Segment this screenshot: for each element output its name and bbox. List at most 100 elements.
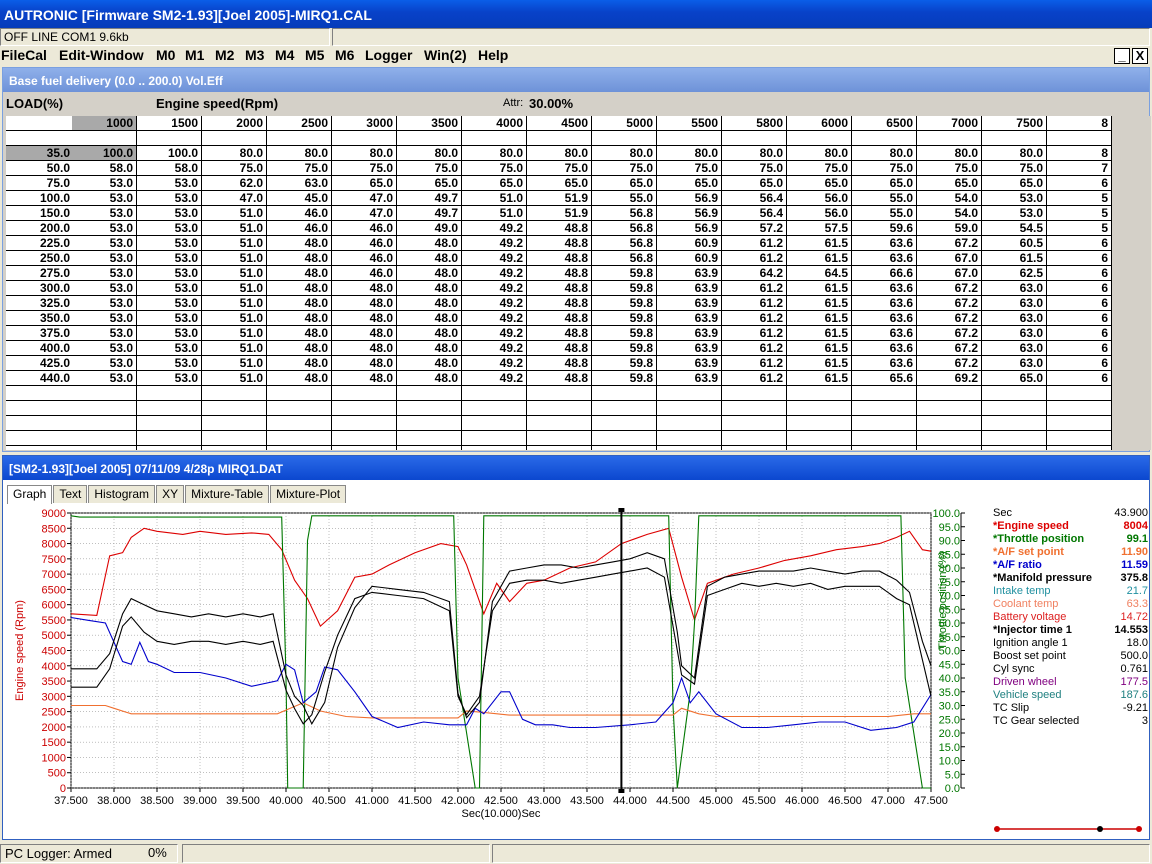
fuel-cell[interactable]: 65.0 <box>592 176 657 191</box>
fuel-cell[interactable]: 48.8 <box>527 251 592 266</box>
legend-row[interactable]: *A/F set point 11.90 <box>993 546 1148 559</box>
fuel-cell[interactable]: 6 <box>1047 371 1112 386</box>
fuel-cell[interactable]: 53.0 <box>982 206 1047 221</box>
fuel-cell[interactable]: 61.2 <box>722 236 787 251</box>
fuel-cell[interactable]: 49.2 <box>462 326 527 341</box>
fuel-cell[interactable]: 48.0 <box>397 371 462 386</box>
mdi-close-button[interactable]: X <box>1132 48 1148 64</box>
legend-row[interactable]: Driven wheel 177.5 <box>993 676 1148 689</box>
fuel-cell[interactable]: 65.0 <box>982 176 1047 191</box>
fuel-cell[interactable]: 48.0 <box>267 281 332 296</box>
fuel-cell[interactable]: 61.5 <box>787 281 852 296</box>
fuel-cell[interactable]: 49.2 <box>462 266 527 281</box>
menu-m0[interactable]: M0 <box>156 47 175 63</box>
tab-mixture-plot[interactable]: Mixture-Plot <box>270 485 347 503</box>
fuel-cell[interactable]: 53.0 <box>72 296 137 311</box>
fuel-cell[interactable]: 61.5 <box>787 251 852 266</box>
rpm-header[interactable]: 7500 <box>982 116 1047 131</box>
fuel-cell[interactable]: 6 <box>1047 176 1112 191</box>
menu-filecal[interactable]: FileCal <box>1 47 47 63</box>
fuel-cell[interactable]: 54.0 <box>917 191 982 206</box>
fuel-cell[interactable]: 54.0 <box>917 206 982 221</box>
tab-mixture-table[interactable]: Mixture-Table <box>185 485 270 503</box>
fuel-cell[interactable]: 48.0 <box>332 296 397 311</box>
fuel-cell[interactable]: 56.9 <box>657 191 722 206</box>
fuel-cell[interactable]: 61.5 <box>787 311 852 326</box>
fuel-cell[interactable]: 49.2 <box>462 296 527 311</box>
fuel-cell[interactable]: 51.0 <box>202 221 267 236</box>
fuel-cell[interactable]: 65.0 <box>397 176 462 191</box>
fuel-cell[interactable]: 48.0 <box>332 326 397 341</box>
fuel-cell[interactable]: 61.5 <box>787 371 852 386</box>
legend-row[interactable]: *A/F ratio 11.59 <box>993 559 1148 572</box>
fuel-cell[interactable]: 48.8 <box>527 341 592 356</box>
fuel-cell[interactable]: 59.0 <box>917 221 982 236</box>
fuel-cell[interactable]: 49.2 <box>462 341 527 356</box>
fuel-cell[interactable]: 48.0 <box>332 311 397 326</box>
fuel-cell[interactable]: 53.0 <box>137 221 202 236</box>
fuel-cell[interactable]: 49.2 <box>462 236 527 251</box>
fuel-cell[interactable]: 56.4 <box>722 191 787 206</box>
fuel-cell[interactable]: 63.6 <box>852 281 917 296</box>
fuel-cell[interactable]: 6 <box>1047 296 1112 311</box>
fuel-cell[interactable]: 100.0 <box>137 146 202 161</box>
fuel-cell[interactable]: 57.5 <box>787 221 852 236</box>
fuel-cell[interactable]: 65.0 <box>527 176 592 191</box>
fuel-cell[interactable]: 61.2 <box>722 251 787 266</box>
fuel-cell[interactable]: 6 <box>1047 326 1112 341</box>
menu-m2[interactable]: M2 <box>215 47 234 63</box>
fuel-cell[interactable]: 48.0 <box>397 281 462 296</box>
rpm-header[interactable]: 4500 <box>527 116 592 131</box>
fuel-cell[interactable]: 61.5 <box>787 296 852 311</box>
cursor-handle-bottom[interactable] <box>618 789 625 793</box>
logger-title[interactable]: [SM2-1.93][Joel 2005] 07/11/09 4/28p MIR… <box>3 456 1149 480</box>
rpm-header[interactable]: 4000 <box>462 116 527 131</box>
fuel-cell[interactable]: 53.0 <box>982 191 1047 206</box>
fuel-cell[interactable]: 65.0 <box>722 176 787 191</box>
fuel-cell[interactable]: 51.0 <box>202 311 267 326</box>
fuel-cell[interactable]: 100.0 <box>72 146 137 161</box>
fuel-cell[interactable]: 48.0 <box>332 371 397 386</box>
legend-row[interactable]: Cyl sync 0.761 <box>993 663 1148 676</box>
fuel-cell[interactable]: 48.0 <box>267 266 332 281</box>
fuel-cell[interactable]: 46.0 <box>332 266 397 281</box>
fuel-cell[interactable]: 56.8 <box>592 236 657 251</box>
fuel-cell[interactable]: 48.8 <box>527 371 592 386</box>
fuel-cell[interactable]: 65.0 <box>917 176 982 191</box>
window-title-bar[interactable]: AUTRONIC [Firmware SM2-1.93][Joel 2005]-… <box>0 0 1152 30</box>
fuel-cell[interactable]: 53.0 <box>72 341 137 356</box>
fuel-cell[interactable]: 49.2 <box>462 371 527 386</box>
fuel-cell[interactable]: 51.0 <box>202 371 267 386</box>
fuel-cell[interactable]: 61.5 <box>787 326 852 341</box>
fuel-cell[interactable]: 75.0 <box>657 161 722 176</box>
fuel-cell[interactable]: 75.0 <box>332 161 397 176</box>
fuel-cell[interactable]: 59.8 <box>592 266 657 281</box>
legend-row[interactable]: TC Gear selected 3 <box>993 715 1148 728</box>
fuel-cell[interactable]: 63.9 <box>657 296 722 311</box>
fuel-cell[interactable]: 48.0 <box>397 236 462 251</box>
load-header[interactable]: 35.0 <box>6 146 72 161</box>
legend-row[interactable]: *Manifold pressure 375.8 <box>993 572 1148 585</box>
fuel-cell[interactable]: 80.0 <box>397 146 462 161</box>
legend-row[interactable]: TC Slip -9.21 <box>993 702 1148 715</box>
fuel-cell[interactable]: 51.0 <box>202 266 267 281</box>
fuel-cell[interactable]: 75.0 <box>592 161 657 176</box>
fuel-cell[interactable]: 80.0 <box>917 146 982 161</box>
fuel-cell[interactable]: 80.0 <box>787 146 852 161</box>
fuel-table-title[interactable]: Base fuel delivery (0.0 .. 200.0) Vol.Ef… <box>3 68 1149 92</box>
fuel-cell[interactable]: 63.9 <box>657 356 722 371</box>
fuel-cell[interactable]: 53.0 <box>137 251 202 266</box>
fuel-cell[interactable]: 56.0 <box>787 206 852 221</box>
fuel-cell[interactable]: 46.0 <box>332 236 397 251</box>
fuel-cell[interactable]: 75.0 <box>462 161 527 176</box>
fuel-cell[interactable]: 48.8 <box>527 356 592 371</box>
legend-row[interactable]: Intake temp 21.7 <box>993 585 1148 598</box>
fuel-cell[interactable]: 80.0 <box>332 146 397 161</box>
legend-row[interactable]: Vehicle speed 187.6 <box>993 689 1148 702</box>
fuel-cell[interactable]: 51.9 <box>527 206 592 221</box>
fuel-cell[interactable]: 63.0 <box>982 281 1047 296</box>
fuel-cell[interactable]: 80.0 <box>462 146 527 161</box>
rpm-header[interactable]: 6500 <box>852 116 917 131</box>
fuel-cell[interactable]: 48.8 <box>527 266 592 281</box>
fuel-cell[interactable]: 75.0 <box>397 161 462 176</box>
